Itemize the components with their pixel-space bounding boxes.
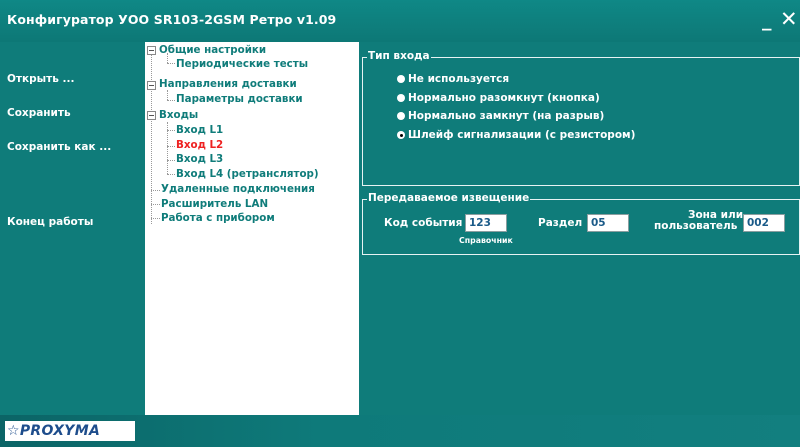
- tree-line: [167, 174, 175, 175]
- notification-legend: Передаваемое извещение: [367, 192, 531, 204]
- tree-line: [151, 54, 152, 224]
- tree-node-lan[interactable]: Расширитель LAN: [161, 198, 268, 210]
- close-button[interactable]: ✕: [780, 8, 800, 30]
- zone-input[interactable]: [743, 214, 785, 232]
- save-button[interactable]: Сохранить: [7, 107, 71, 119]
- tree-node-input-l2[interactable]: Вход L2: [176, 139, 223, 151]
- tree-line: [167, 146, 175, 147]
- settings-tree: Общие настройки Периодические тесты Напр…: [145, 42, 359, 415]
- tree-line: [167, 130, 175, 131]
- radio-icon[interactable]: [397, 112, 405, 120]
- tree-node-input-l1[interactable]: Вход L1: [176, 124, 223, 136]
- input-type-legend: Тип входа: [367, 50, 431, 62]
- tree-node-delivery-directions[interactable]: Направления доставки: [159, 78, 297, 90]
- radio-icon[interactable]: [397, 75, 405, 83]
- tree-node-input-l4[interactable]: Вход L4 (ретранслятор): [176, 168, 319, 180]
- event-code-input[interactable]: [465, 214, 507, 232]
- open-button[interactable]: Открыть ...: [7, 73, 75, 85]
- reference-link[interactable]: Справочник: [459, 236, 513, 245]
- input-type-group: Тип входа Не используется Нормально разо…: [362, 50, 800, 186]
- radio-label: Шлейф сигнализации (с резистором): [408, 129, 636, 141]
- radio-label: Нормально замкнут (на разрыв): [408, 110, 605, 122]
- tree-node-delivery-params[interactable]: Параметры доставки: [176, 93, 303, 105]
- tree-node-device[interactable]: Работа с прибором: [161, 212, 275, 224]
- radio-option[interactable]: Нормально разомкнут (кнопка): [397, 92, 600, 104]
- radio-option[interactable]: Не используется: [397, 73, 510, 85]
- tree-node-general[interactable]: Общие настройки: [159, 44, 266, 56]
- tree-line: [151, 190, 160, 191]
- tree-line: [167, 90, 168, 100]
- radio-selected-icon[interactable]: [397, 131, 405, 139]
- tree-line: [167, 160, 175, 161]
- tree-line: [167, 100, 175, 101]
- tree-node-inputs[interactable]: Входы: [159, 109, 198, 121]
- radio-label: Нормально разомкнут (кнопка): [408, 92, 600, 104]
- collapse-toggle-icon[interactable]: [147, 46, 156, 55]
- tree-node-remote[interactable]: Удаленные подключения: [161, 183, 315, 195]
- tree-line: [167, 63, 175, 64]
- proxyma-logo: ☆PROXYMA: [7, 423, 101, 439]
- partition-label: Раздел: [538, 217, 583, 229]
- radio-label: Не используется: [408, 73, 510, 85]
- tree-node-input-l3[interactable]: Вход L3: [176, 153, 223, 165]
- exit-button[interactable]: Конец работы: [7, 216, 93, 228]
- tree-line: [151, 218, 160, 219]
- radio-option[interactable]: Нормально замкнут (на разрыв): [397, 110, 605, 122]
- partition-input[interactable]: [587, 214, 629, 232]
- collapse-toggle-icon[interactable]: [147, 111, 156, 120]
- save-as-button[interactable]: Сохранить как ...: [7, 141, 111, 153]
- radio-icon[interactable]: [397, 94, 405, 102]
- tree-line: [151, 204, 160, 205]
- radio-option[interactable]: Шлейф сигнализации (с резистором): [397, 129, 636, 141]
- event-code-label: Код события: [384, 217, 463, 229]
- tree-node-periodic-tests[interactable]: Периодические тесты: [176, 58, 308, 70]
- window-title: Конфигуратор УОО SR103-2GSM Ретро v1.09: [7, 12, 337, 27]
- minimize-button[interactable]: _: [762, 10, 778, 30]
- zone-label-line2: пользователь: [654, 220, 738, 232]
- collapse-toggle-icon[interactable]: [147, 81, 156, 90]
